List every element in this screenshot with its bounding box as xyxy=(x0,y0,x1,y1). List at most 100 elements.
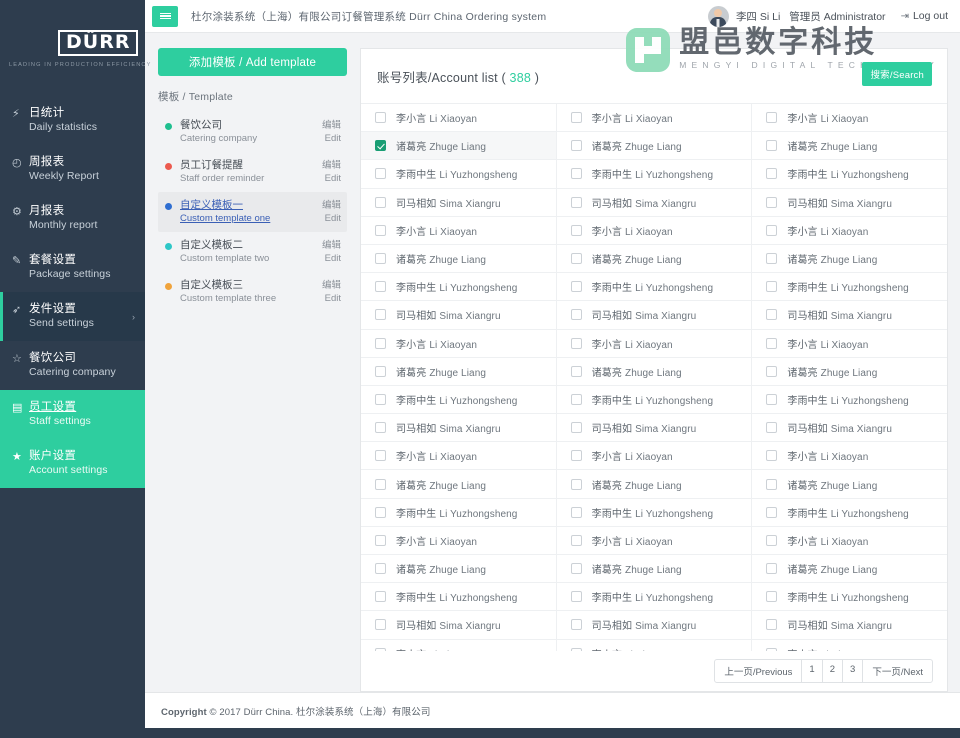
account-checkbox[interactable] xyxy=(375,479,386,490)
account-cell[interactable]: 李雨中生Li Yuzhongsheng xyxy=(752,499,947,526)
account-checkbox[interactable] xyxy=(571,253,582,264)
template-edit-button[interactable]: 编辑Edit xyxy=(316,279,341,305)
account-cell[interactable]: 诸葛亮Zhuge Liang xyxy=(557,245,753,272)
account-cell[interactable]: 司马相如Sima Xiangru xyxy=(361,189,557,216)
pagination-page-1[interactable]: 1 xyxy=(802,660,822,682)
account-cell[interactable]: 李小言Li Xiaoyan xyxy=(752,527,947,554)
account-cell[interactable]: 司马相如Sima Xiangru xyxy=(557,189,753,216)
account-checkbox[interactable] xyxy=(375,168,386,179)
account-cell[interactable]: 司马相如Sima Xiangru xyxy=(361,301,557,328)
account-cell[interactable]: 李小言Li Xiaoyan xyxy=(752,104,947,131)
sidebar-item-monthly-report[interactable]: ⚙月报表Monthly report xyxy=(0,194,145,243)
account-checkbox[interactable] xyxy=(766,450,777,461)
account-checkbox[interactable] xyxy=(375,450,386,461)
account-cell[interactable]: 诸葛亮Zhuge Liang xyxy=(361,555,557,582)
account-cell[interactable]: 诸葛亮Zhuge Liang xyxy=(752,245,947,272)
account-checkbox[interactable] xyxy=(375,619,386,630)
sidebar-item-catering-company[interactable]: ☆餐饮公司Catering company xyxy=(0,341,145,390)
account-checkbox[interactable] xyxy=(375,648,386,651)
account-checkbox[interactable] xyxy=(571,648,582,651)
account-checkbox[interactable] xyxy=(375,394,386,405)
account-cell[interactable]: 李雨中生Li Yuzhongsheng xyxy=(557,160,753,187)
account-cell[interactable]: 诸葛亮Zhuge Liang xyxy=(361,358,557,385)
account-checkbox[interactable] xyxy=(766,591,777,602)
account-checkbox[interactable] xyxy=(375,366,386,377)
account-cell[interactable]: 诸葛亮Zhuge Liang xyxy=(557,470,753,497)
account-checkbox[interactable] xyxy=(571,591,582,602)
account-cell[interactable]: 李小言Li Xiaoyan xyxy=(557,330,753,357)
template-edit-button[interactable]: 编辑Edit xyxy=(316,239,341,265)
account-checkbox[interactable] xyxy=(375,281,386,292)
account-checkbox[interactable] xyxy=(375,140,386,151)
account-checkbox[interactable] xyxy=(571,619,582,630)
account-checkbox[interactable] xyxy=(571,535,582,546)
account-checkbox[interactable] xyxy=(571,281,582,292)
account-cell[interactable]: 李小言Li Xiaoyan xyxy=(752,442,947,469)
sidebar-item-package-settings[interactable]: ✎套餐设置Package settings xyxy=(0,243,145,292)
account-checkbox[interactable] xyxy=(571,479,582,490)
template-item[interactable]: 餐饮公司Catering company编辑Edit xyxy=(158,112,347,152)
account-checkbox[interactable] xyxy=(571,507,582,518)
account-cell[interactable]: 司马相如Sima Xiangru xyxy=(752,189,947,216)
account-cell[interactable]: 司马相如Sima Xiangru xyxy=(361,611,557,638)
search-button[interactable]: 搜索/Search xyxy=(862,62,932,86)
account-cell[interactable]: 李雨中生Li Yuzhongsheng xyxy=(752,273,947,300)
sidebar-item-send-settings[interactable]: ➶发件设置Send settings› xyxy=(0,292,145,341)
account-checkbox[interactable] xyxy=(766,281,777,292)
account-cell[interactable]: 司马相如Sima Xiangru xyxy=(752,611,947,638)
account-checkbox[interactable] xyxy=(571,309,582,320)
account-cell[interactable]: 李小言Li Xiaoyan xyxy=(752,217,947,244)
account-checkbox[interactable] xyxy=(375,112,386,123)
account-cell[interactable]: 李雨中生Li Yuzhongsheng xyxy=(557,273,753,300)
account-cell[interactable]: 司马相如Sima Xiangru xyxy=(752,414,947,441)
account-checkbox[interactable] xyxy=(766,479,777,490)
account-checkbox[interactable] xyxy=(766,309,777,320)
account-cell[interactable]: 司马相如Sima Xiangru xyxy=(361,414,557,441)
account-checkbox[interactable] xyxy=(571,450,582,461)
template-edit-button[interactable]: 编辑Edit xyxy=(316,159,341,185)
template-item[interactable]: 自定义模板一Custom template one编辑Edit xyxy=(158,192,347,232)
account-cell[interactable]: 李雨中生Li Yuzhongsheng xyxy=(361,273,557,300)
account-checkbox[interactable] xyxy=(375,507,386,518)
account-checkbox[interactable] xyxy=(571,422,582,433)
account-checkbox[interactable] xyxy=(571,394,582,405)
account-cell[interactable]: 诸葛亮Zhuge Liang xyxy=(752,555,947,582)
account-cell[interactable]: 李小言Li Xiaoyan xyxy=(361,104,557,131)
template-edit-button[interactable]: 编辑Edit xyxy=(316,119,341,145)
account-checkbox[interactable] xyxy=(766,507,777,518)
account-checkbox[interactable] xyxy=(375,253,386,264)
account-checkbox[interactable] xyxy=(766,338,777,349)
account-checkbox[interactable] xyxy=(375,197,386,208)
pagination-next[interactable]: 下一页/Next xyxy=(863,660,932,682)
account-cell[interactable]: 李雨中生Li Yuzhongsheng xyxy=(361,499,557,526)
account-checkbox[interactable] xyxy=(375,422,386,433)
account-checkbox[interactable] xyxy=(375,338,386,349)
pagination-previous[interactable]: 上一页/Previous xyxy=(715,660,802,682)
account-cell[interactable]: 诸葛亮Zhuge Liang xyxy=(361,245,557,272)
account-cell[interactable]: 诸葛亮Zhuge Liang xyxy=(752,470,947,497)
account-checkbox[interactable] xyxy=(571,366,582,377)
account-checkbox[interactable] xyxy=(766,253,777,264)
account-cell[interactable]: 司马相如Sima Xiangru xyxy=(752,301,947,328)
template-edit-button[interactable]: 编辑Edit xyxy=(316,199,341,225)
template-item[interactable]: 自定义模板二Custom template two编辑Edit xyxy=(158,232,347,272)
account-cell[interactable]: 诸葛亮Zhuge Liang xyxy=(361,470,557,497)
account-cell[interactable]: 李小言Li Xiaoyan xyxy=(752,640,947,651)
account-cell[interactable]: 诸葛亮Zhuge Liang xyxy=(557,555,753,582)
account-cell[interactable]: 李小言Li Xiaoyan xyxy=(557,640,753,651)
pagination-page-3[interactable]: 3 xyxy=(843,660,863,682)
account-checkbox[interactable] xyxy=(571,112,582,123)
account-checkbox[interactable] xyxy=(375,591,386,602)
account-cell[interactable]: 司马相如Sima Xiangru xyxy=(557,301,753,328)
account-checkbox[interactable] xyxy=(766,563,777,574)
account-checkbox[interactable] xyxy=(571,197,582,208)
account-cell[interactable]: 李雨中生Li Yuzhongsheng xyxy=(752,583,947,610)
account-checkbox[interactable] xyxy=(766,140,777,151)
account-cell[interactable]: 诸葛亮Zhuge Liang xyxy=(752,132,947,159)
account-checkbox[interactable] xyxy=(766,197,777,208)
account-checkbox[interactable] xyxy=(766,168,777,179)
account-cell[interactable]: 李小言Li Xiaoyan xyxy=(557,217,753,244)
account-checkbox[interactable] xyxy=(766,112,777,123)
account-cell[interactable]: 诸葛亮Zhuge Liang xyxy=(752,358,947,385)
account-cell[interactable]: 诸葛亮Zhuge Liang xyxy=(361,132,557,159)
